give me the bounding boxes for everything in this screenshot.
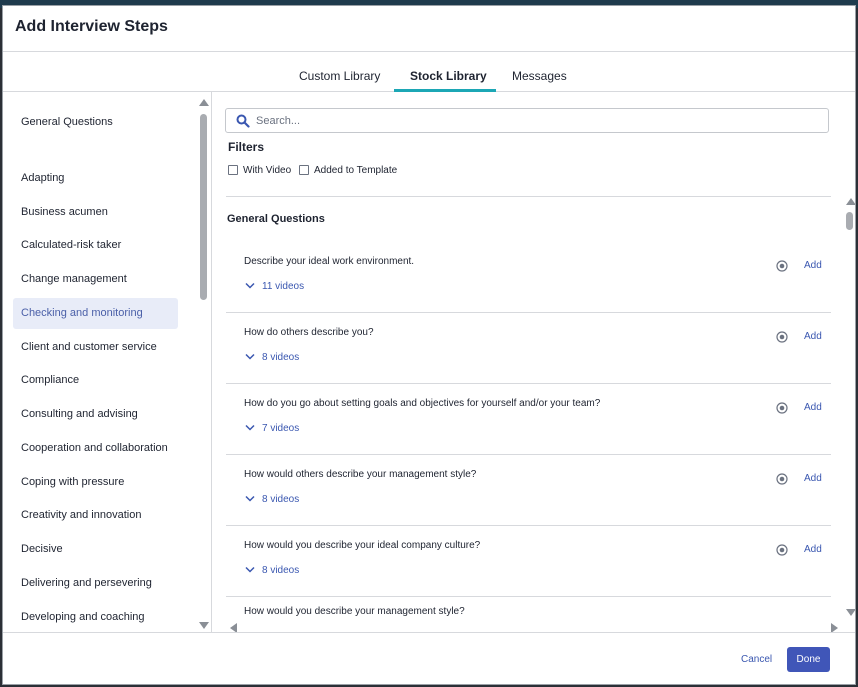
sidebar-item-general-questions[interactable]: General Questions (13, 107, 178, 138)
added-to-template-label: Added to Template (314, 164, 398, 176)
chevron-down-icon[interactable] (245, 353, 255, 361)
video-record-icon[interactable] (776, 260, 788, 272)
question-row: How would others describe your managemen… (226, 455, 831, 526)
sidebar-item-business-acumen[interactable]: Business acumen (13, 197, 178, 228)
chevron-down-icon[interactable] (245, 495, 255, 503)
sidebar-item-coping-with-pressure[interactable]: Coping with pressure (13, 467, 178, 498)
sidebar-item-cooperation-and-collaboration[interactable]: Cooperation and collaboration (13, 433, 178, 464)
question-text: How would others describe your managemen… (244, 469, 477, 480)
add-question-button[interactable]: Add (804, 331, 822, 342)
question-list: Describe your ideal work environment. 11… (226, 242, 831, 632)
section-title: General Questions (227, 213, 325, 225)
question-row: How do others describe you? 8 videos Add (226, 313, 831, 384)
sidebar-item-adapting[interactable]: Adapting (13, 163, 178, 194)
main-scroll-up-icon[interactable] (846, 198, 855, 205)
added-to-template-checkbox[interactable] (299, 165, 309, 175)
question-row: How would you describe your ideal compan… (226, 526, 831, 597)
with-video-checkbox[interactable] (228, 165, 238, 175)
videos-toggle[interactable]: 8 videos (262, 494, 299, 505)
sidebar-item-compliance[interactable]: Compliance (13, 365, 178, 396)
question-text: How would you describe your management s… (244, 606, 465, 617)
tab-stock-library[interactable]: Stock Library (410, 69, 487, 83)
sidebar-scrollbar-thumb[interactable] (200, 114, 207, 300)
question-text: How would you describe your ideal compan… (244, 540, 481, 551)
with-video-filter[interactable]: With Video (228, 163, 291, 177)
video-record-icon[interactable] (776, 473, 788, 485)
modal-title: Add Interview Steps (15, 18, 168, 35)
search-box (225, 108, 829, 133)
question-text: Describe your ideal work environment. (244, 256, 415, 267)
sidebar-item-calculated-risk-taker[interactable]: Calculated-risk taker (13, 230, 178, 261)
sidebar-scroll-up-icon[interactable] (199, 99, 209, 106)
scroll-right-icon[interactable] (831, 623, 838, 632)
question-text: How do you go about setting goals and ob… (244, 398, 601, 409)
done-button[interactable]: Done (787, 647, 830, 672)
sidebar-item-change-management[interactable]: Change management (13, 264, 178, 295)
modal-footer: Cancel Done (3, 632, 855, 684)
stock-library-panel: Filters With Video Added to Template Gen… (212, 92, 855, 632)
videos-toggle[interactable]: 8 videos (262, 565, 299, 576)
question-row: How would you describe your management s… (226, 597, 831, 632)
videos-toggle[interactable]: 8 videos (262, 352, 299, 363)
chevron-down-icon[interactable] (245, 282, 255, 290)
tab-custom-library[interactable]: Custom Library (299, 69, 380, 83)
question-text: How do others describe you? (244, 327, 374, 338)
question-row: How do you go about setting goals and ob… (226, 384, 831, 455)
sidebar-item-delivering-and-persevering[interactable]: Delivering and persevering (13, 568, 178, 599)
cancel-button[interactable]: Cancel (741, 654, 772, 665)
filters-divider (226, 196, 831, 197)
search-input[interactable] (256, 111, 816, 130)
main-scroll-down-icon[interactable] (846, 609, 855, 616)
library-tabs: Custom Library Stock Library Messages (3, 52, 855, 92)
add-question-button[interactable]: Add (804, 260, 822, 271)
chevron-down-icon[interactable] (245, 566, 255, 574)
scroll-left-icon[interactable] (230, 623, 237, 632)
video-record-icon[interactable] (776, 402, 788, 414)
tab-messages[interactable]: Messages (512, 69, 567, 83)
videos-toggle[interactable]: 11 videos (262, 281, 304, 292)
added-to-template-filter[interactable]: Added to Template (299, 163, 397, 177)
add-question-button[interactable]: Add (804, 473, 822, 484)
sidebar-scroll-down-icon[interactable] (199, 622, 209, 629)
sidebar-item-client-and-customer-service[interactable]: Client and customer service (13, 332, 178, 363)
add-interview-steps-modal: Add Interview Steps Custom Library Stock… (2, 5, 856, 685)
search-icon (236, 114, 250, 128)
question-row: Describe your ideal work environment. 11… (226, 242, 831, 313)
sidebar-item-creativity-and-innovation[interactable]: Creativity and innovation (13, 500, 178, 531)
filters-label: Filters (228, 140, 265, 154)
video-record-icon[interactable] (776, 544, 788, 556)
videos-toggle[interactable]: 7 videos (262, 423, 299, 434)
modal-header: Add Interview Steps (3, 6, 855, 52)
with-video-label: With Video (243, 164, 292, 176)
add-question-button[interactable]: Add (804, 402, 822, 413)
sidebar-item-checking-and-monitoring[interactable]: Checking and monitoring (13, 298, 178, 329)
sidebar-item-decisive[interactable]: Decisive (13, 534, 178, 565)
add-question-button[interactable]: Add (804, 544, 822, 555)
sidebar-item-developing-and-coaching[interactable]: Developing and coaching (13, 602, 178, 632)
video-record-icon[interactable] (776, 331, 788, 343)
sidebar-item-consulting-and-advising[interactable]: Consulting and advising (13, 399, 178, 430)
category-sidebar: General Questions Adapting Business acum… (3, 92, 212, 632)
main-scrollbar-thumb[interactable] (846, 212, 853, 230)
chevron-down-icon[interactable] (245, 424, 255, 432)
